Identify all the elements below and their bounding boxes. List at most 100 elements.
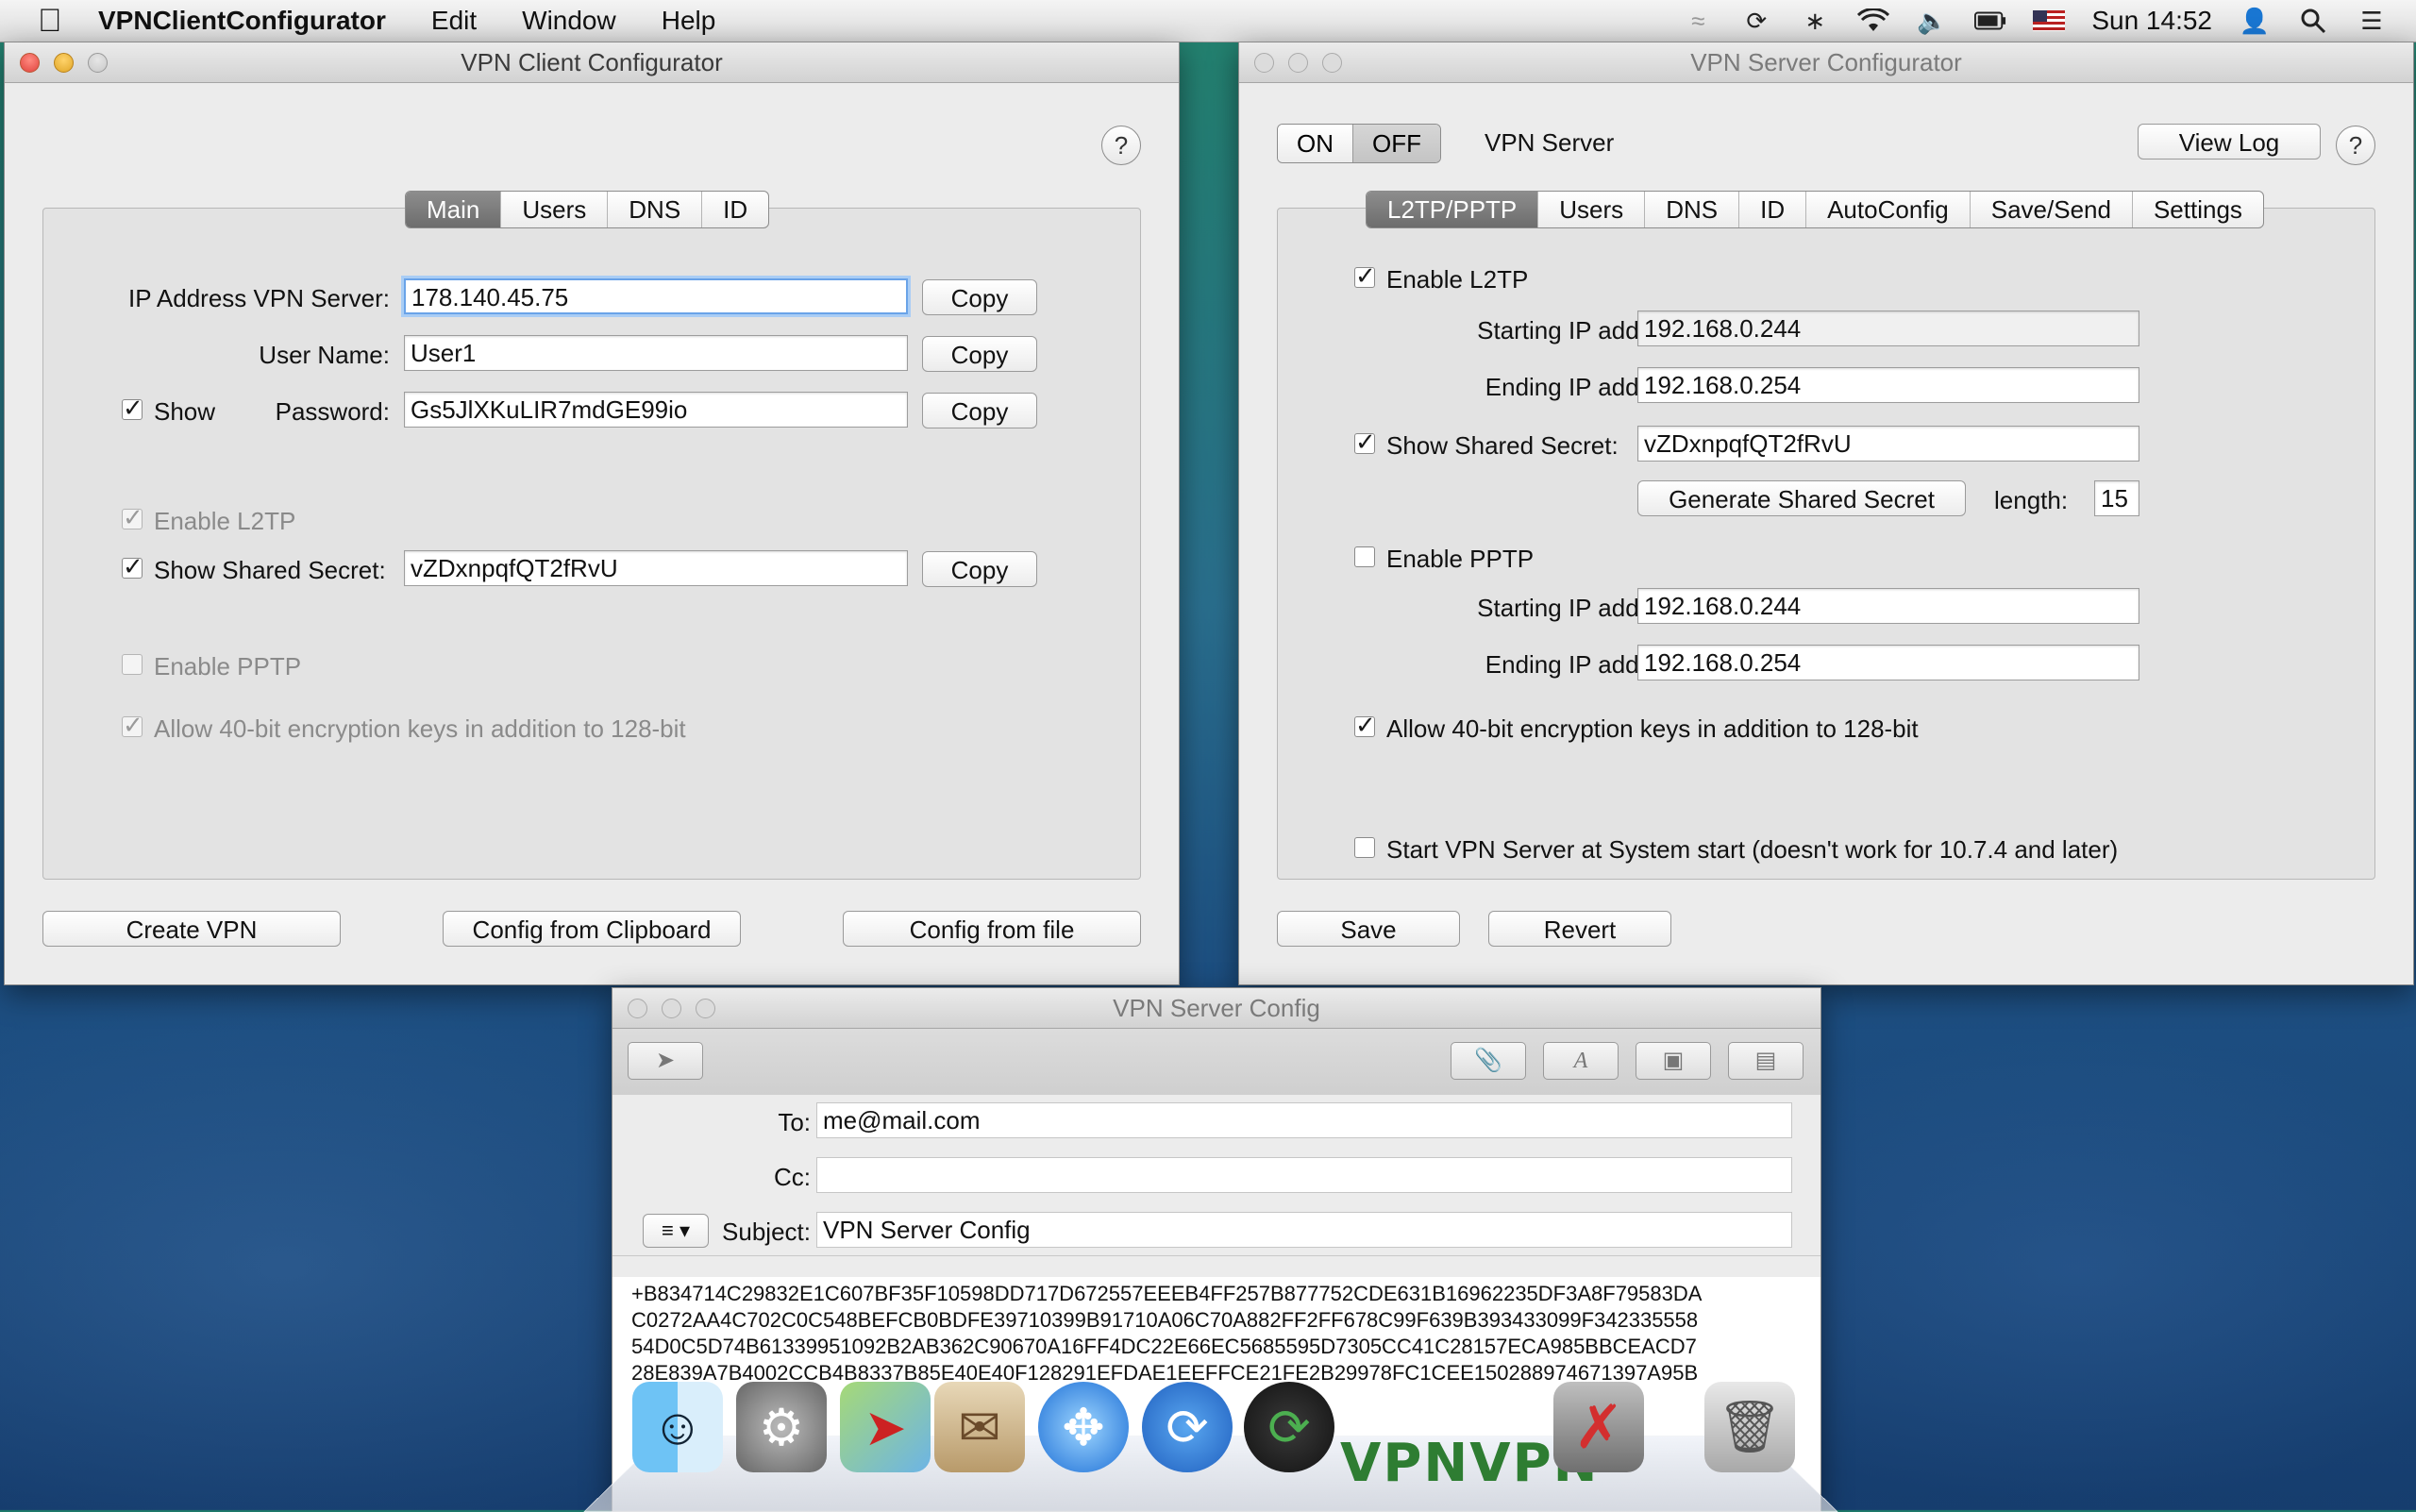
tab-id[interactable]: ID (1739, 192, 1806, 227)
sync-status-icon[interactable]: ⟳ (1740, 7, 1772, 35)
save-button[interactable]: Save (1277, 911, 1460, 947)
user-name-field[interactable]: User1 (404, 335, 908, 371)
server-secret-field[interactable]: vZDxnpqfQT2fRvU (1637, 426, 2139, 462)
server-allow-40bit-label: Allow 40-bit encryption keys in addition… (1386, 714, 1919, 744)
copy-user-button[interactable]: Copy (922, 336, 1037, 372)
show-password-checkbox[interactable]: ✓ (122, 399, 143, 420)
close-icon[interactable] (1254, 53, 1274, 73)
revert-button[interactable]: Revert (1488, 911, 1671, 947)
shared-secret-field[interactable]: vZDxnpqfQT2fRvU (404, 550, 908, 586)
l2tp-ending-ip-field[interactable]: 192.168.0.254 (1637, 367, 2139, 403)
enable-pptp-label: Enable PPTP (154, 652, 301, 681)
subject-field[interactable]: VPN Server Config (816, 1212, 1792, 1248)
view-log-button[interactable]: View Log (2138, 124, 2321, 160)
user-icon[interactable]: 👤 (2239, 7, 2271, 35)
minimize-icon[interactable] (54, 53, 74, 73)
menu-help[interactable]: Help (662, 6, 716, 36)
tab-l2tp-pptp[interactable]: L2TP/PPTP (1367, 192, 1538, 227)
server-help-button[interactable]: ? (2336, 126, 2375, 165)
vpn-sync-icon[interactable]: ⟳ (1244, 1382, 1334, 1472)
apple-menu-icon[interactable]:  (38, 6, 66, 36)
allow-40bit-checkbox[interactable]: ✓ (122, 716, 143, 737)
user-name-label: User Name: (116, 341, 390, 370)
zoom-icon[interactable] (696, 999, 715, 1018)
maps-icon[interactable]: ➤ (840, 1382, 931, 1472)
tab-dns[interactable]: DNS (608, 192, 702, 227)
bluetooth-icon[interactable]: ∗ (1799, 7, 1831, 35)
server-enable-pptp-checkbox[interactable] (1354, 546, 1375, 567)
generate-secret-button[interactable]: Generate Shared Secret (1637, 480, 1966, 516)
server-enable-l2tp-checkbox[interactable]: ✓ (1354, 267, 1375, 288)
tab-id[interactable]: ID (702, 192, 768, 227)
tab-settings[interactable]: Settings (2133, 192, 2263, 227)
mail-icon[interactable]: ✉ (934, 1382, 1025, 1472)
show-shared-secret-checkbox[interactable]: ✓ (122, 558, 143, 579)
close-icon[interactable] (628, 999, 647, 1018)
menubar-clock[interactable]: Sun 14:52 (2091, 6, 2212, 36)
to-field[interactable]: me@mail.com (816, 1102, 1792, 1138)
tab-autoconfig[interactable]: AutoConfig (1806, 192, 1971, 227)
password-field[interactable]: Gs5JlXKuLIR7mdGE99io (404, 392, 908, 428)
tab-save-send[interactable]: Save/Send (1971, 192, 2133, 227)
server-off-button[interactable]: OFF (1352, 125, 1440, 162)
send-icon[interactable]: ➤ (628, 1042, 703, 1080)
create-vpn-button[interactable]: Create VPN (42, 911, 341, 947)
input-source-flag-icon[interactable] (2033, 10, 2065, 31)
enable-l2tp-checkbox[interactable]: ✓ (122, 509, 143, 529)
pptp-ending-ip-field[interactable]: 192.168.0.254 (1637, 645, 2139, 680)
config-from-file-button[interactable]: Config from file (843, 911, 1141, 947)
config-from-clipboard-button[interactable]: Config from Clipboard (443, 911, 741, 947)
spotlight-search-icon[interactable] (2297, 7, 2329, 35)
tab-dns[interactable]: DNS (1645, 192, 1739, 227)
remove-icon[interactable]: ✗ (1553, 1382, 1644, 1472)
mail-titlebar[interactable]: VPN Server Config (612, 988, 1820, 1029)
client-help-button[interactable]: ? (1101, 126, 1141, 165)
close-icon[interactable] (20, 53, 40, 73)
tab-main[interactable]: Main (406, 192, 501, 227)
copy-ip-button[interactable]: Copy (922, 279, 1037, 315)
pptp-ending-ip-label: Ending IP address: (1315, 650, 1692, 680)
menu-app-name[interactable]: VPNClientConfigurator (98, 6, 386, 36)
photo-browser-icon[interactable]: ▣ (1636, 1042, 1711, 1080)
notification-center-icon[interactable]: ☰ (2356, 7, 2388, 35)
ip-address-field[interactable]: 178.140.45.75 (404, 278, 908, 314)
safari-icon[interactable]: ✥ (1038, 1382, 1129, 1472)
battery-icon[interactable] (1974, 7, 2006, 35)
attach-icon[interactable]: 📎 (1451, 1042, 1526, 1080)
tab-users[interactable]: Users (1538, 192, 1645, 227)
header-options-dropdown[interactable]: ≡ ▾ (643, 1214, 709, 1248)
l2tp-starting-ip-label: Starting IP address: (1315, 316, 1692, 345)
l2tp-starting-ip-field[interactable]: 192.168.0.244 (1637, 311, 2139, 346)
server-on-button[interactable]: ON (1278, 125, 1352, 162)
pptp-starting-ip-field[interactable]: 192.168.0.244 (1637, 588, 2139, 624)
enable-pptp-checkbox[interactable] (122, 654, 143, 675)
length-field[interactable]: 15 (2094, 480, 2139, 516)
server-allow-40bit-checkbox[interactable]: ✓ (1354, 716, 1375, 737)
tab-users[interactable]: Users (501, 192, 608, 227)
server-enable-l2tp-label: Enable L2TP (1386, 265, 1528, 294)
system-preferences-icon[interactable]: ⚙ (736, 1382, 827, 1472)
minimize-icon[interactable] (662, 999, 681, 1018)
zoom-icon[interactable] (1322, 53, 1342, 73)
finder-icon[interactable]: ☺ (632, 1382, 723, 1472)
menu-edit[interactable]: Edit (431, 6, 477, 36)
sync-icon[interactable]: ⟳ (1142, 1382, 1233, 1472)
zoom-icon[interactable] (88, 53, 108, 73)
minimize-icon[interactable] (1288, 53, 1308, 73)
stationery-icon[interactable]: ▤ (1728, 1042, 1804, 1080)
volume-icon[interactable]: 🔈 (1916, 7, 1948, 35)
start-at-boot-checkbox[interactable] (1354, 837, 1375, 858)
trash-icon[interactable]: 🗑 (1704, 1382, 1795, 1472)
network-status-icon[interactable]: ≈ (1682, 7, 1714, 35)
copy-password-button[interactable]: Copy (922, 393, 1037, 428)
server-show-secret-checkbox[interactable]: ✓ (1354, 433, 1375, 454)
menu-window[interactable]: Window (522, 6, 616, 36)
fonts-icon[interactable]: A (1543, 1042, 1619, 1080)
mail-header-fields: To: me@mail.com Cc: ≡ ▾ Subject: VPN Ser… (612, 1095, 1820, 1256)
copy-secret-button[interactable]: Copy (922, 551, 1037, 587)
start-at-boot-label: Start VPN Server at System start (doesn'… (1386, 835, 2118, 865)
wifi-icon[interactable] (1857, 7, 1889, 35)
server-titlebar[interactable]: VPN Server Configurator (1239, 42, 2413, 83)
client-titlebar[interactable]: VPN Client Configurator (5, 42, 1179, 83)
cc-field[interactable] (816, 1157, 1792, 1193)
